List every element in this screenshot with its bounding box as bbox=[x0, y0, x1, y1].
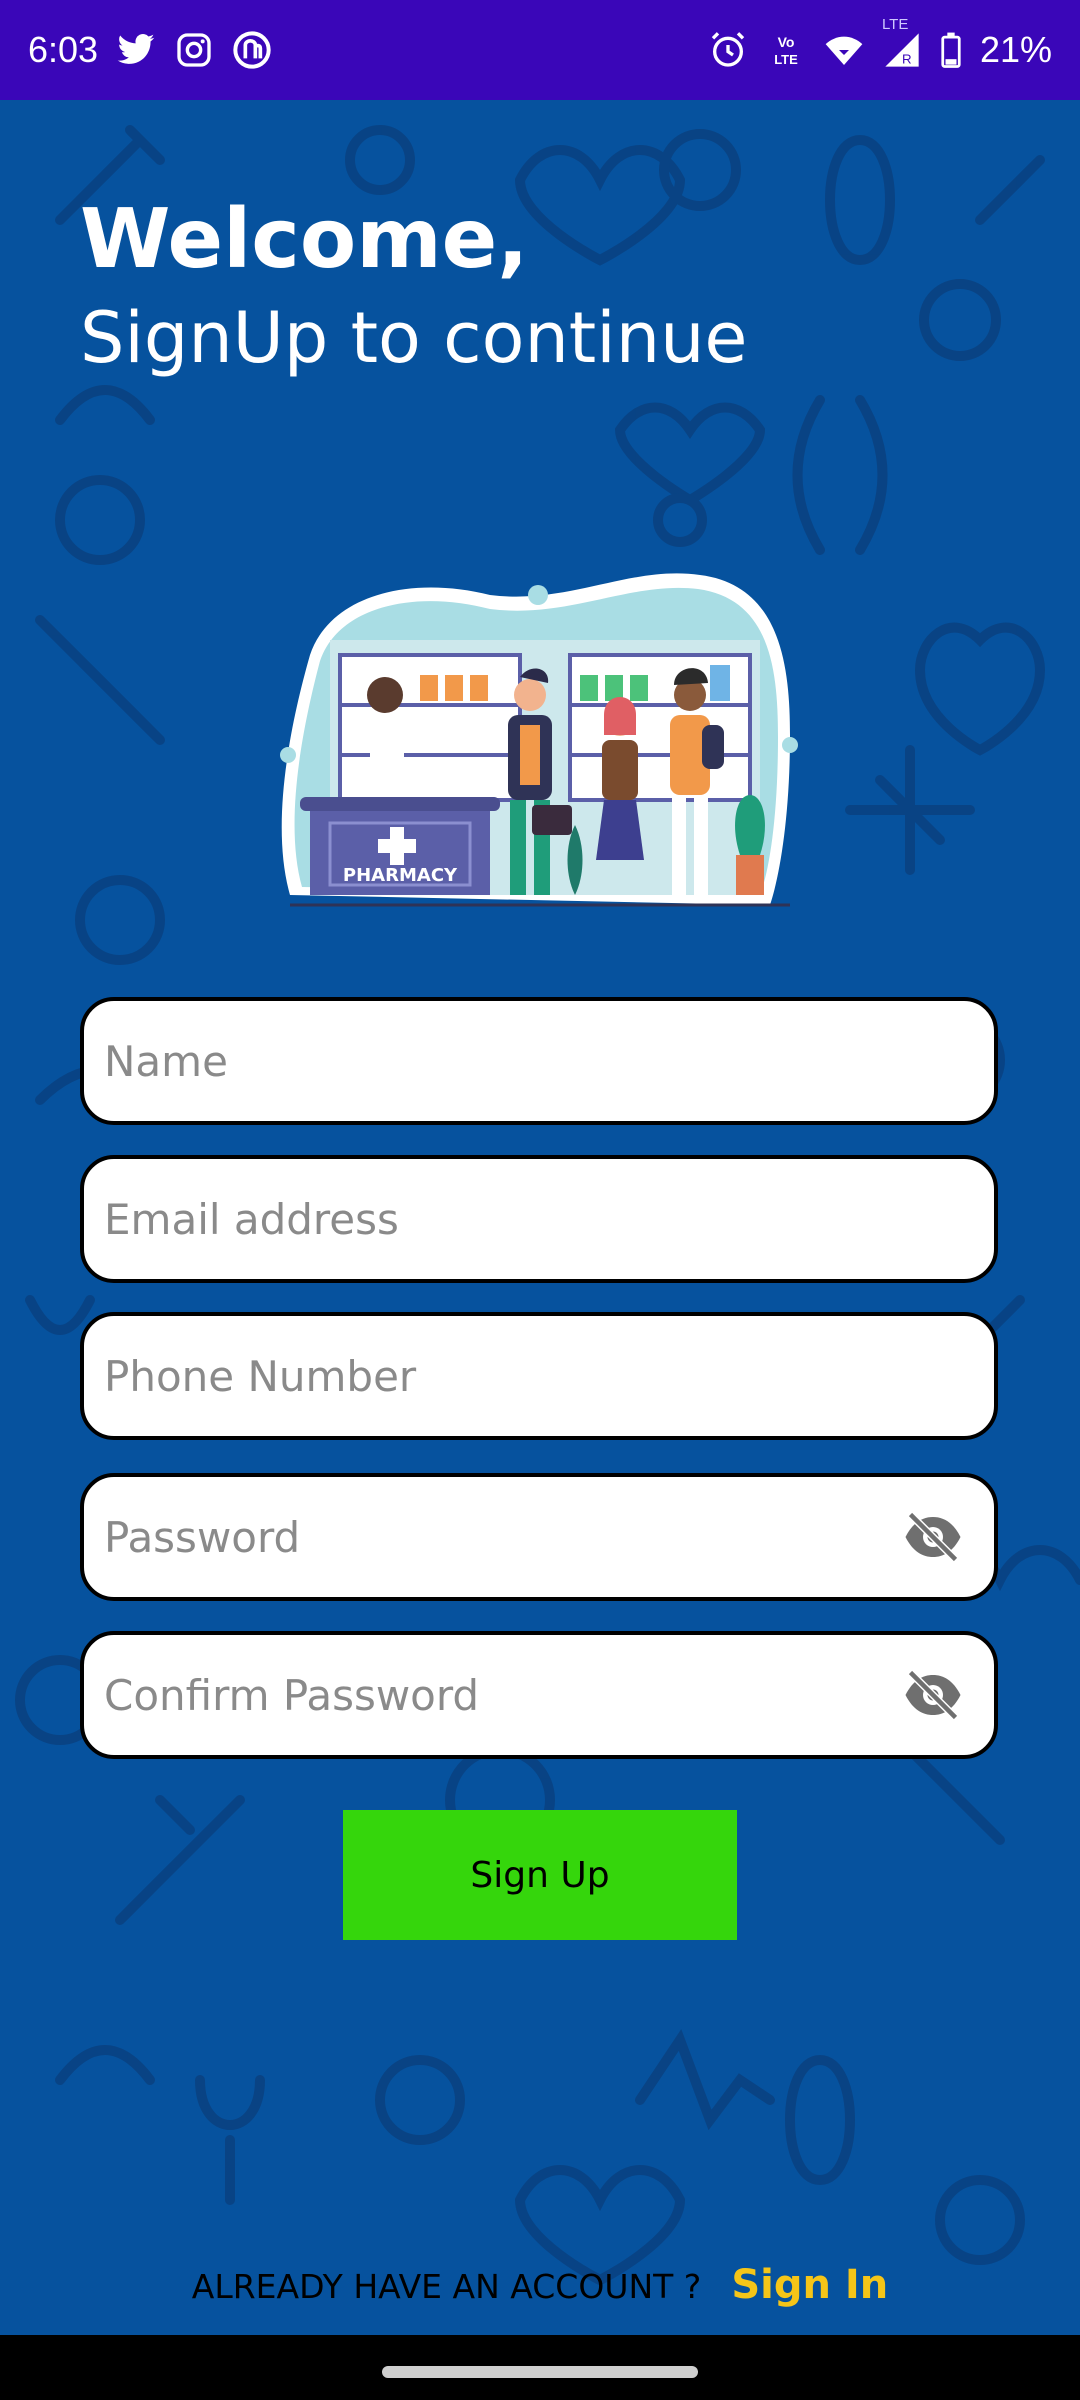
pharmacy-illustration: PHARMACY bbox=[280, 573, 798, 907]
twitter-icon bbox=[117, 34, 155, 64]
welcome-subtitle: SignUp to continue bbox=[80, 297, 748, 379]
volte-icon: Vo LTE bbox=[774, 34, 798, 67]
welcome-title: Welcome, bbox=[80, 192, 529, 287]
sign-in-prompt: ALREADY HAVE AN ACCOUNT ? Sign In bbox=[0, 2262, 1080, 2308]
signal-icon: R bbox=[885, 33, 919, 67]
password-input[interactable] bbox=[104, 1477, 902, 1597]
phone-input[interactable] bbox=[104, 1316, 976, 1436]
svg-text:R: R bbox=[902, 51, 912, 66]
sign-up-button[interactable]: Sign Up bbox=[343, 1810, 737, 1940]
app-icon bbox=[233, 31, 271, 69]
confirm-password-input[interactable] bbox=[104, 1635, 902, 1755]
phone-field-container bbox=[80, 1312, 998, 1440]
alarm-icon bbox=[711, 32, 745, 67]
home-gesture-handle[interactable] bbox=[382, 2366, 698, 2378]
welcome-header: Welcome, SignUp to continue bbox=[80, 190, 748, 386]
wifi-icon bbox=[825, 36, 863, 65]
status-time: 6:03 bbox=[28, 29, 99, 70]
battery-icon bbox=[941, 32, 961, 68]
email-field-container bbox=[80, 1155, 998, 1283]
status-bar: 6:03 Vo LTE LTE R 21% bbox=[0, 0, 1080, 100]
svg-text:LTE: LTE bbox=[774, 52, 798, 67]
name-input[interactable] bbox=[104, 1001, 976, 1121]
instagram-icon bbox=[177, 33, 211, 67]
name-field-container bbox=[80, 997, 998, 1125]
visibility-off-icon[interactable] bbox=[902, 1670, 964, 1720]
already-have-account-text: ALREADY HAVE AN ACCOUNT ? bbox=[191, 2267, 702, 2306]
lte-label: LTE bbox=[881, 16, 909, 33]
email-input[interactable] bbox=[104, 1159, 976, 1279]
password-field-container bbox=[80, 1473, 998, 1601]
battery-percent: 21% bbox=[979, 29, 1052, 70]
visibility-off-icon[interactable] bbox=[902, 1512, 964, 1562]
pharmacy-sign-text: PHARMACY bbox=[343, 865, 458, 886]
sign-in-link[interactable]: Sign In bbox=[731, 2262, 888, 2308]
confirm-password-field-container bbox=[80, 1631, 998, 1759]
svg-text:Vo: Vo bbox=[778, 34, 795, 50]
